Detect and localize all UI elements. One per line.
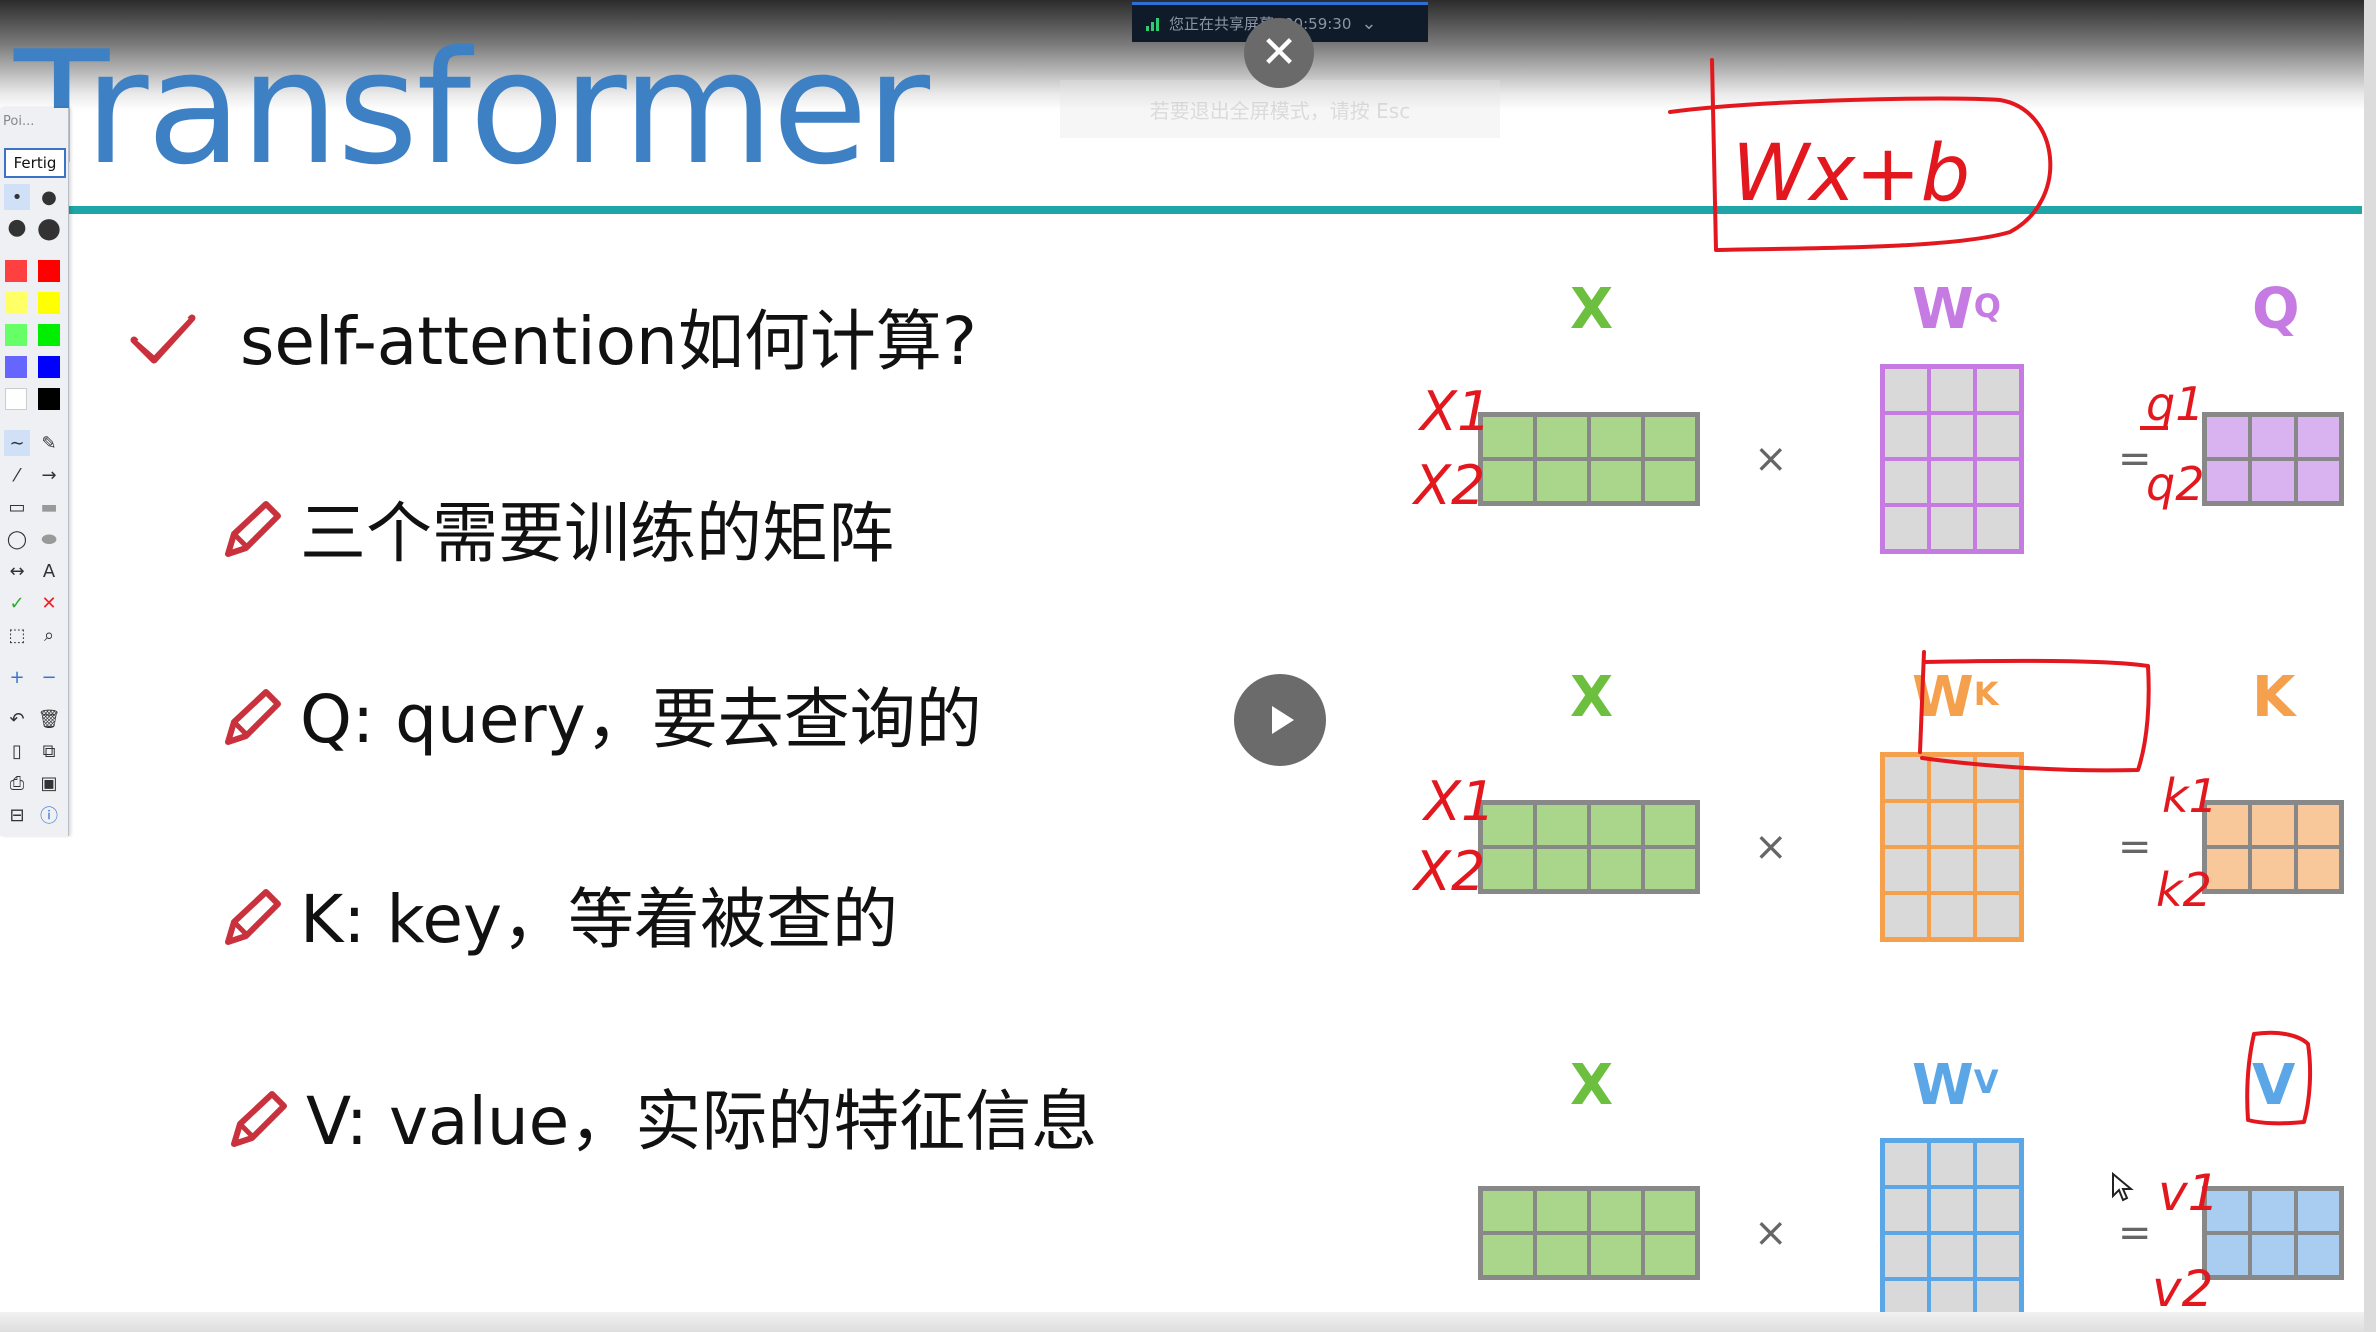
q2-annotation: q2	[2146, 457, 2204, 511]
handwriting-overlay: Wx+b X1 X2 X1 X2 q1 q2 k1 k2 v1 v2	[1411, 58, 2313, 1318]
bottom-strip	[0, 1312, 2376, 1332]
slide-stage: Transformer 您正在共享屏幕 00:59:30 ⌄ 若要退出全屏模式，…	[0, 0, 2376, 1332]
x1-annotation: X1	[1417, 380, 1491, 443]
v2-annotation: v2	[2152, 1260, 2213, 1318]
k1-annotation: k1	[2162, 769, 2218, 823]
q1-annotation: q1	[2146, 377, 2204, 431]
x2-annotation: X2	[1411, 840, 1485, 903]
x2-annotation: X2	[1411, 454, 1485, 517]
wk-box	[1918, 650, 2151, 773]
k2-annotation: k2	[2156, 863, 2212, 917]
formula-annotation: Wx+b	[1732, 129, 1970, 219]
x1-annotation: X1	[1421, 770, 1495, 833]
window-right-edge	[2364, 0, 2376, 1332]
v-box	[2245, 1030, 2313, 1126]
mouse-cursor-icon	[2112, 1172, 2134, 1202]
v1-annotation: v1	[2158, 1164, 2219, 1222]
